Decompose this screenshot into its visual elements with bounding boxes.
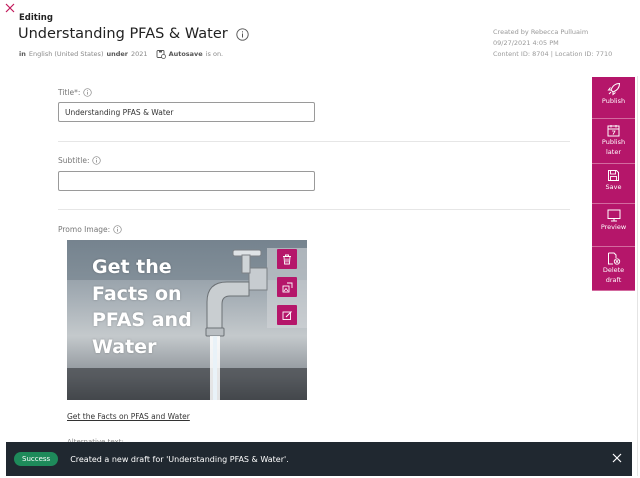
publish-later-button[interactable]: Publish later: [592, 119, 635, 164]
mode-label: Editing: [19, 13, 53, 23]
info-icon[interactable]: [92, 156, 102, 165]
trash-icon: [283, 254, 291, 264]
toast-message: Created a new draft for 'Understanding P…: [70, 454, 289, 464]
replace-image-button[interactable]: [277, 277, 297, 297]
content-info: Created by Rebecca Pulluaim 09/27/2021 4…: [493, 27, 620, 60]
promo-label-text: Promo Image:: [58, 225, 111, 234]
monitor-icon: [607, 209, 620, 222]
publish-label: Publish: [601, 97, 626, 105]
meta-language: English (United States): [28, 50, 104, 58]
promo-line: Facts on: [92, 282, 182, 305]
image-swap-icon: [282, 282, 292, 292]
promo-image[interactable]: Get the Facts on PFAS and Water: [67, 240, 307, 400]
calendar-icon: [607, 125, 620, 137]
title-label: Title*:: [58, 88, 93, 97]
created-by: Created by Rebecca Pulluaim: [493, 28, 589, 36]
meta-line: in English (United States) under 2021 Au…: [19, 49, 223, 59]
info-icon[interactable]: [113, 225, 122, 234]
content-divider: [637, 76, 638, 476]
page-header: Editing Understanding PFAS & Water in En…: [0, 0, 640, 76]
page-title-text: Understanding PFAS & Water: [18, 26, 228, 42]
promo-image-headline: Get the Facts on PFAS and Water: [92, 254, 192, 360]
edit-image-button[interactable]: [277, 305, 297, 325]
delete-draft-button[interactable]: Delete draft: [592, 247, 635, 291]
edit-icon: [282, 310, 292, 320]
toast-notification: Success Created a new draft for 'Underst…: [6, 442, 632, 476]
title-input[interactable]: [58, 102, 315, 122]
preview-label: Preview: [600, 223, 627, 231]
section-divider: [58, 209, 570, 210]
delete-draft-label: Delete: [602, 266, 625, 274]
meta-in-label: in: [19, 50, 26, 58]
promo-image-label: Promo Image:: [58, 225, 122, 234]
close-icon[interactable]: [612, 453, 622, 463]
publish-button[interactable]: Publish: [592, 77, 635, 119]
action-toolbar: Publish Publish later Save Preview Delet…: [592, 77, 635, 291]
delete-draft-icon: [607, 252, 620, 265]
save-button[interactable]: Save: [592, 164, 635, 204]
delete-image-button[interactable]: [277, 249, 297, 269]
publish-later-label: later: [605, 148, 621, 156]
save-label: Save: [605, 183, 622, 191]
subtitle-label-text: Subtitle:: [58, 156, 90, 165]
meta-year: 2021: [131, 50, 148, 58]
content-ids: Content ID: 8704 | Location ID: 7710: [493, 50, 613, 58]
info-icon[interactable]: [83, 88, 93, 97]
page-title: Understanding PFAS & Water: [18, 26, 249, 42]
close-icon[interactable]: [5, 3, 15, 13]
success-badge: Success: [14, 452, 59, 466]
preview-button[interactable]: Preview: [592, 204, 635, 247]
delete-draft-label: draft: [605, 276, 622, 284]
promo-line: Water: [92, 335, 157, 358]
promo-image-link[interactable]: Get the Facts on PFAS and Water: [67, 412, 190, 421]
meta-autosave-status: is on.: [205, 50, 224, 58]
meta-under-label: under: [106, 50, 129, 58]
save-icon: [608, 170, 619, 181]
section-divider: [58, 141, 570, 142]
rocket-icon: [606, 82, 620, 96]
promo-line: Get the: [92, 256, 172, 278]
info-icon[interactable]: [236, 27, 249, 41]
subtitle-input[interactable]: [58, 171, 315, 191]
title-label-text: Title*:: [58, 88, 81, 97]
created-date: 09/27/2021 4:05 PM: [493, 39, 559, 47]
subtitle-label: Subtitle:: [58, 156, 102, 165]
autosave-icon: [156, 50, 166, 59]
promo-line: PFAS and: [92, 309, 192, 331]
meta-autosave-label: Autosave: [168, 50, 203, 58]
publish-later-label: Publish: [601, 138, 626, 146]
